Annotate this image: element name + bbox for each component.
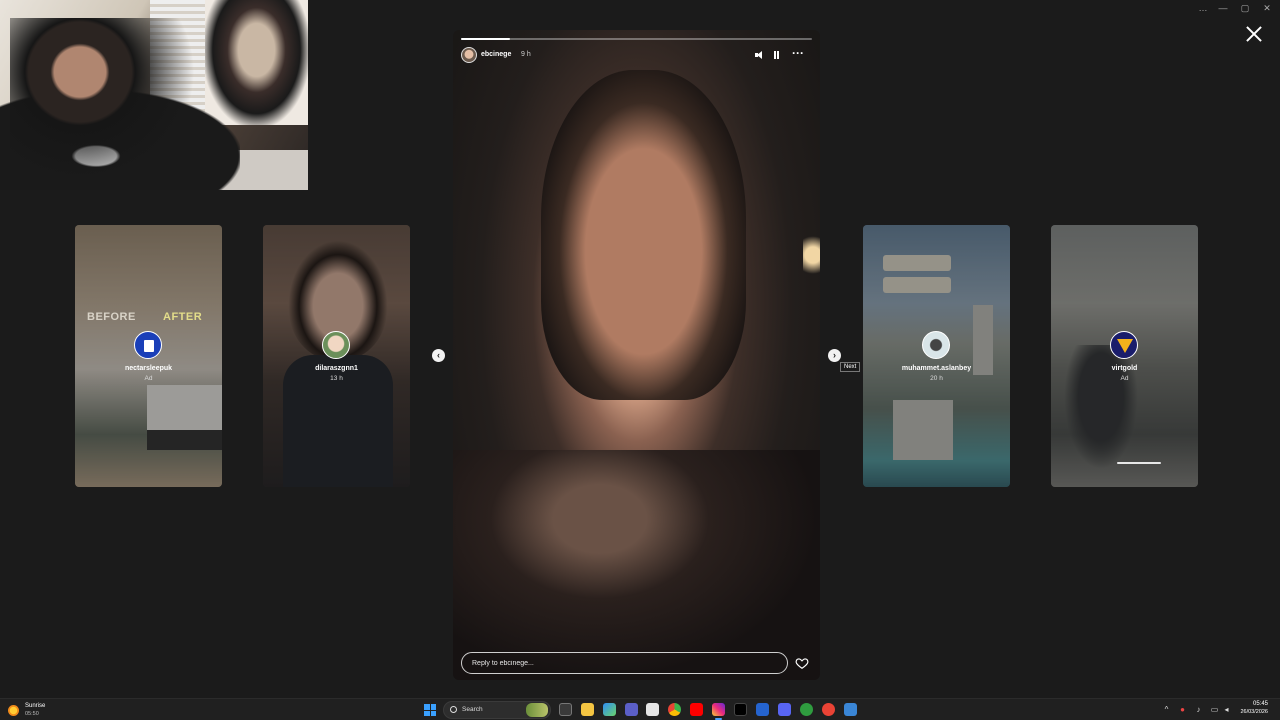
reply-input[interactable] [461, 652, 788, 674]
story-username: nectarsleepuk [124, 365, 173, 372]
discord-icon[interactable] [778, 703, 791, 716]
edge-icon[interactable] [822, 703, 835, 716]
window-close-button[interactable]: ✕ [1256, 2, 1278, 14]
story-meta: Ad [1120, 375, 1129, 382]
teams-icon[interactable] [625, 703, 638, 716]
story-viewer: … — ▢ ✕ BEFORE AFTER nectarsleepuk Ad di… [0, 0, 1280, 698]
previous-story-button[interactable]: ‹ [432, 349, 445, 362]
clock-time: 05:45 [1252, 701, 1268, 707]
network-icon[interactable]: ▭ [1210, 705, 1219, 714]
taskbar: Sunrise 05:50 Search ^ ● ♪ ▭ ◂ 05:45 26/… [0, 698, 1280, 720]
search-icon [450, 706, 457, 713]
windows-logo-icon [424, 710, 430, 716]
story-card-muhammet-aslanbey[interactable]: muhammet.aslanbey 20 h [863, 225, 1010, 487]
tiktok-icon[interactable] [734, 703, 747, 716]
speaker-icon[interactable] [754, 49, 766, 61]
after-label: AFTER [163, 311, 203, 323]
xbox-icon[interactable] [800, 703, 813, 716]
story-meta: 20 h [930, 375, 943, 382]
todo-icon[interactable] [756, 703, 769, 716]
active-story[interactable]: ebcinege 9 h ··· [453, 30, 820, 680]
story-meta: 13 h [330, 375, 343, 382]
notepad-icon[interactable] [844, 703, 857, 716]
avatar [134, 331, 162, 359]
task-view-icon[interactable] [559, 703, 572, 716]
next-tooltip: Next [840, 362, 861, 372]
story-username: muhammet.aslanbey [901, 365, 972, 372]
security-icon[interactable]: ● [1178, 705, 1187, 714]
background-lamp [803, 230, 820, 280]
maximize-button[interactable]: ▢ [1234, 2, 1256, 14]
virtgold-logo-icon [1117, 339, 1133, 353]
more-icon[interactable]: ··· [792, 47, 804, 61]
taskbar-clock[interactable]: 05:45 26/03/2026 [1240, 701, 1268, 715]
document-icon [144, 340, 154, 352]
youtube-icon[interactable] [690, 703, 703, 716]
story-header: ebcinege 9 h ··· [461, 47, 812, 65]
microphone-icon[interactable]: ♪ [1194, 705, 1203, 714]
windows-logo-icon [424, 704, 430, 710]
window-menu-button[interactable]: … [1192, 2, 1214, 14]
volume-icon[interactable]: ◂ [1222, 705, 1231, 714]
weather-time: 05:50 [25, 711, 39, 717]
streamer [10, 18, 210, 190]
story-meta: Ad [144, 375, 153, 382]
windows-logo-icon [430, 704, 436, 710]
chevron-up-icon[interactable]: ^ [1162, 705, 1171, 714]
search-highlight-icon [526, 703, 548, 717]
story-progress-fill [461, 38, 511, 40]
instagram-icon[interactable] [712, 703, 725, 720]
story-card-virtgold[interactable]: virtgold Ad [1051, 225, 1198, 487]
taskbar-search[interactable]: Search [443, 701, 551, 719]
avatar [1110, 331, 1138, 359]
story-card-dilaraszgnn1[interactable]: dilaraszgnn1 13 h [263, 225, 410, 487]
copilot-icon[interactable] [603, 703, 616, 716]
search-label: Search [462, 706, 483, 713]
story-subject-face [541, 70, 746, 400]
story-card-nectarsleepuk[interactable]: BEFORE AFTER nectarsleepuk Ad [75, 225, 222, 487]
avatar[interactable] [461, 47, 477, 63]
story-username: virtgold [1111, 365, 1138, 372]
next-story-button[interactable]: › [828, 349, 841, 362]
store-icon[interactable] [646, 703, 659, 716]
windows-logo-icon [430, 710, 436, 716]
avatar [322, 331, 350, 359]
pause-icon[interactable] [770, 49, 782, 61]
minimize-button[interactable]: — [1212, 2, 1234, 14]
story-username[interactable]: ebcinege [481, 51, 511, 58]
story-indicator-bar [1117, 462, 1161, 464]
webcam-overlay [0, 0, 308, 190]
file-explorer-icon[interactable] [581, 703, 594, 716]
chrome-icon[interactable] [668, 703, 681, 716]
story-progress-bar [461, 38, 812, 40]
weather-label: Sunrise [25, 703, 46, 709]
start-button[interactable] [424, 704, 436, 716]
close-viewer-icon[interactable] [1244, 24, 1264, 44]
story-subject-shirt [453, 450, 820, 680]
before-label: BEFORE [87, 311, 136, 323]
story-username: dilaraszgnn1 [315, 365, 358, 372]
avatar [922, 331, 950, 359]
heart-icon[interactable] [795, 656, 809, 670]
clock-date: 26/03/2026 [1240, 709, 1268, 715]
story-time: 9 h [521, 51, 531, 58]
sunrise-icon [8, 705, 19, 716]
